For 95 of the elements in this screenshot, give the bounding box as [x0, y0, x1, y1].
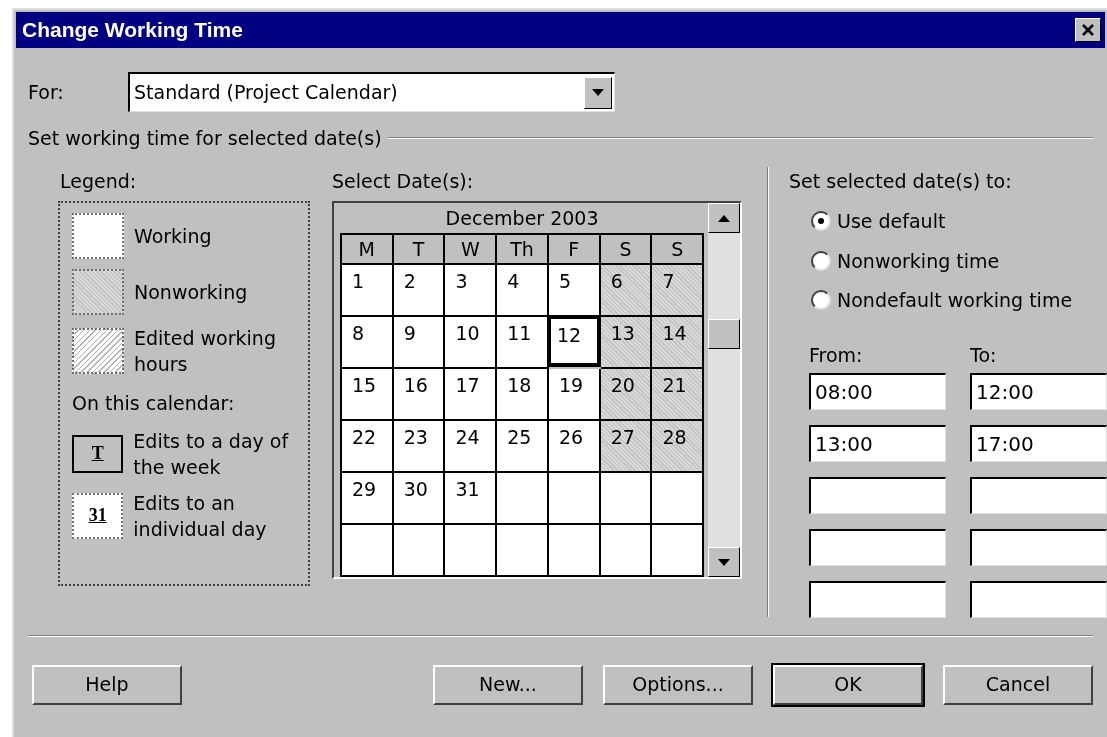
day-cell[interactable]: 14 [652, 317, 705, 369]
day-cell[interactable]: 28 [652, 421, 705, 473]
weekday-header: T [393, 235, 446, 265]
day-cell[interactable] [497, 525, 549, 577]
day-cell[interactable]: 3 [445, 265, 498, 317]
dialog-button[interactable]: Help [32, 664, 182, 705]
weekday-header: S [600, 235, 653, 265]
day-cell[interactable]: 12 [546, 315, 601, 367]
from-time-field[interactable] [809, 477, 946, 514]
day-cell[interactable] [548, 525, 601, 577]
day-cell[interactable] [393, 525, 446, 577]
to-time-field[interactable] [970, 477, 1107, 514]
day-cell[interactable]: 30 [393, 473, 446, 525]
radio-option[interactable]: Use default [811, 207, 1107, 236]
day-cell[interactable] [652, 473, 705, 525]
to-time-field[interactable]: 12:00 [970, 373, 1107, 410]
day-cell[interactable]: 2 [393, 265, 446, 317]
day-cell[interactable]: 22 [341, 421, 394, 473]
day-cell[interactable]: 4 [497, 265, 549, 317]
day-cell[interactable]: 10 [445, 317, 498, 369]
legend-subtitle: On this calendar: [72, 391, 236, 416]
scroll-thumb[interactable] [708, 319, 740, 349]
day-cell[interactable] [600, 473, 653, 525]
day-cell[interactable]: 27 [600, 421, 653, 473]
dialog-button[interactable]: Options... [603, 664, 753, 705]
legend-label: Edits to an individual day [133, 490, 268, 542]
day-cell[interactable]: 5 [548, 265, 601, 317]
scroll-down-button[interactable] [708, 547, 740, 577]
legend-label: Edited working hours [134, 326, 277, 377]
set-to-title: Set selected date(s) to: [789, 168, 1013, 194]
day-cell[interactable]: 23 [393, 421, 446, 473]
day-cell[interactable]: 11 [497, 317, 549, 369]
down-arrow-icon [718, 558, 731, 566]
weekday-header: S [652, 235, 705, 265]
day-cell[interactable]: 16 [393, 369, 446, 421]
to-time-field[interactable]: 17:00 [970, 425, 1107, 462]
day-cell[interactable]: 6 [600, 265, 653, 317]
close-button[interactable] [1075, 18, 1101, 42]
day-cell[interactable]: 8 [341, 317, 394, 369]
legend-label: Working [134, 224, 213, 249]
day-cell[interactable]: 9 [393, 317, 446, 369]
day-cell[interactable]: 26 [548, 421, 601, 473]
weekday-edit-swatch: T [72, 434, 124, 473]
scrollbar[interactable] [708, 203, 740, 577]
up-arrow-icon [718, 214, 731, 222]
working-swatch [72, 213, 124, 259]
day-cell[interactable]: 24 [445, 421, 498, 473]
edited-swatch [72, 328, 124, 374]
window-title: Change Working Time [22, 17, 243, 44]
from-label: From: [809, 342, 864, 368]
day-cell[interactable] [497, 473, 549, 525]
day-cell[interactable] [445, 525, 498, 577]
from-time-field[interactable]: 08:00 [809, 373, 946, 410]
day-cell[interactable]: 31 [445, 473, 498, 525]
radio-option[interactable]: Nondefault working time [811, 286, 1107, 315]
day-cell[interactable]: 18 [497, 369, 549, 421]
day-cell[interactable]: 17 [445, 369, 498, 421]
day-cell[interactable] [652, 525, 705, 577]
weekday-header: W [445, 235, 498, 265]
group-title: Set working time for selected date(s) [28, 126, 382, 151]
nonworking-swatch [72, 269, 124, 315]
radio-option[interactable]: Nonworking time [811, 246, 1107, 275]
close-icon [1081, 24, 1095, 36]
day-cell[interactable]: 13 [600, 317, 653, 369]
dialog-button[interactable]: New... [433, 664, 583, 705]
for-label: For: [28, 79, 65, 105]
day-cell[interactable]: 15 [341, 369, 394, 421]
from-time-field[interactable] [809, 529, 946, 566]
day-cell[interactable] [600, 525, 653, 577]
to-label: To: [970, 342, 997, 368]
day-cell[interactable]: 19 [548, 369, 601, 421]
legend-label: Nonworking [134, 280, 249, 305]
day-cell[interactable]: 25 [497, 421, 549, 473]
legend-label: Edits to a day of the week [133, 428, 290, 480]
to-time-field[interactable] [970, 529, 1107, 566]
day-cell[interactable]: 29 [341, 473, 394, 525]
to-time-field[interactable] [970, 581, 1107, 618]
dialog-button[interactable]: OK [773, 664, 923, 705]
weekday-header: M [341, 235, 394, 265]
day-cell[interactable]: 20 [600, 369, 653, 421]
day-cell[interactable] [548, 473, 601, 525]
from-time-field[interactable]: 13:00 [809, 425, 946, 462]
day-cell[interactable]: 1 [341, 265, 394, 317]
day-edit-swatch: 31 [72, 492, 124, 539]
dialog-button[interactable]: Cancel [943, 664, 1093, 705]
month-title: December 2003 [444, 206, 600, 231]
day-cell[interactable]: 21 [652, 369, 705, 421]
day-cell[interactable]: 7 [652, 265, 705, 317]
weekday-header: F [548, 235, 601, 265]
day-cell[interactable] [341, 525, 394, 577]
scroll-up-button[interactable] [708, 203, 740, 233]
calendar-dropdown[interactable]: Standard (Project Calendar) [128, 72, 615, 112]
select-dates-label: Select Date(s): [331, 168, 475, 194]
weekday-header: Th [497, 235, 549, 265]
from-time-field[interactable] [809, 581, 946, 618]
